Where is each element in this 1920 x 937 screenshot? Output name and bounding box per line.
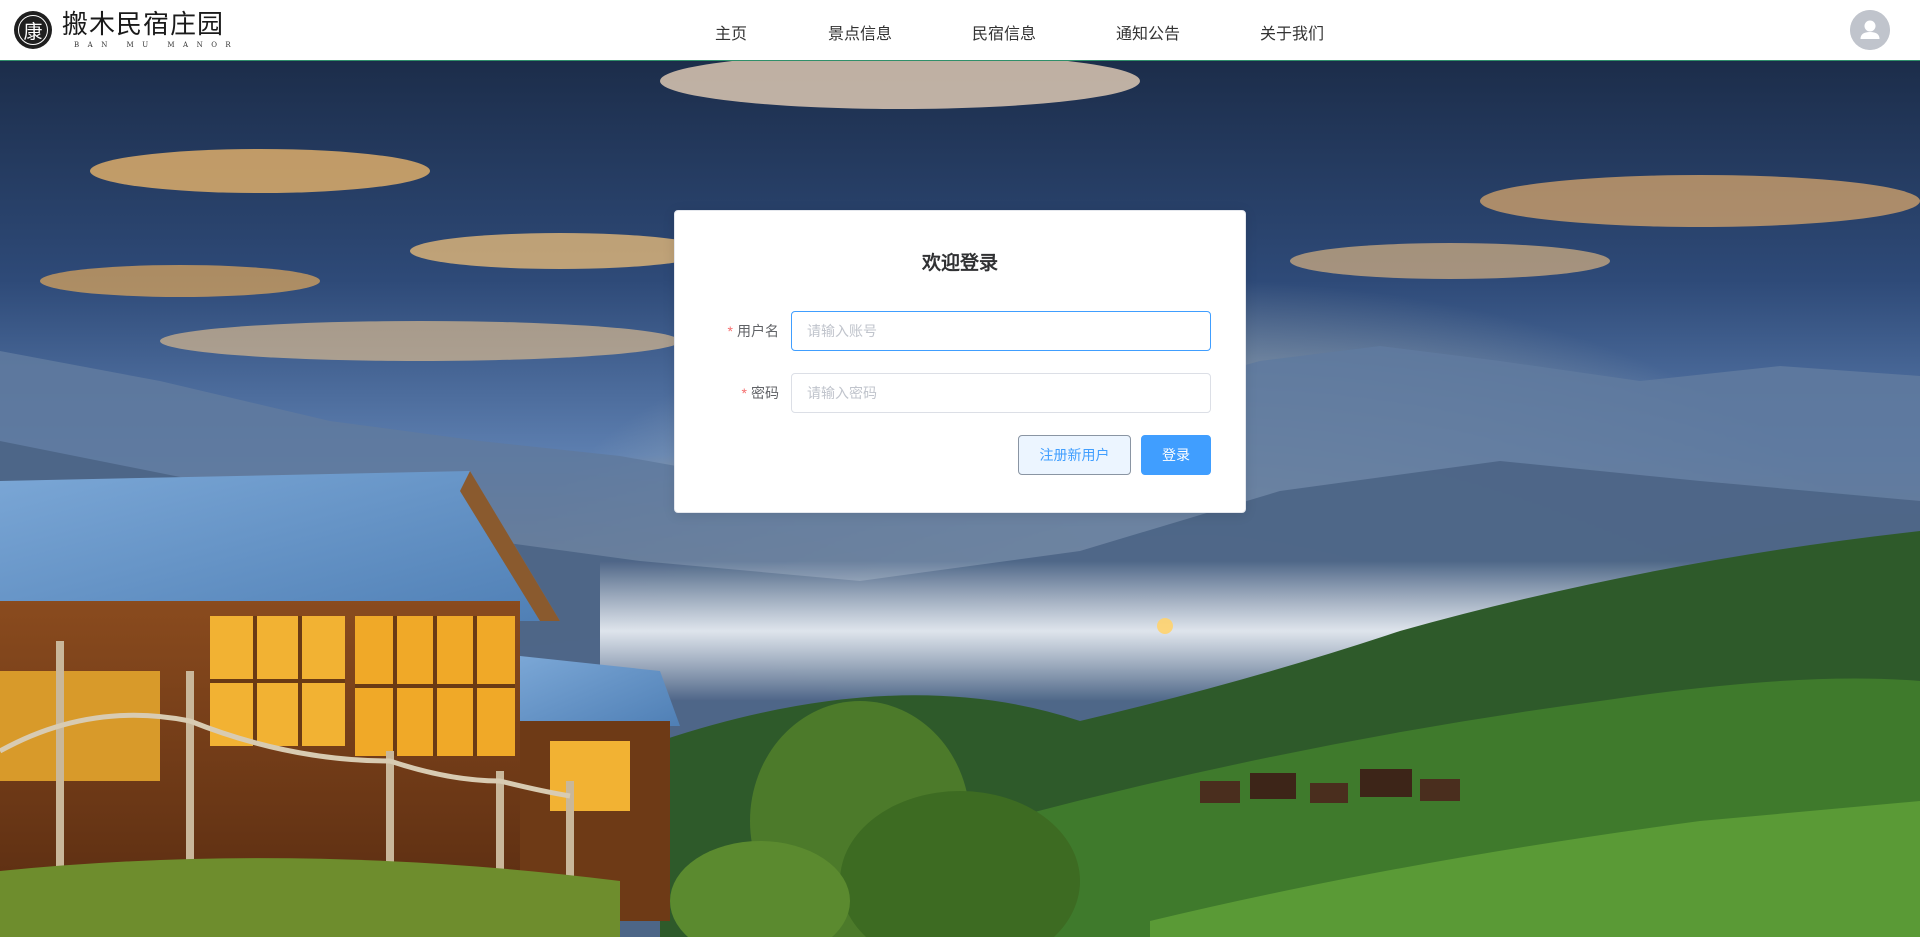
nav-item-about[interactable]: 关于我们 <box>1260 20 1324 44</box>
username-label-text: 用户名 <box>737 323 779 339</box>
password-row: * 密码 <box>675 373 1245 413</box>
required-mark: * <box>741 385 747 401</box>
login-button[interactable]: 登录 <box>1141 435 1211 475</box>
username-row: * 用户名 <box>675 311 1245 351</box>
login-card: 欢迎登录 *用户名 *密码 注册新用户 登录 <box>674 210 1246 513</box>
nav-item-attractions[interactable]: 景点信息 <box>828 20 892 44</box>
logo-name: 搬木民宿庄园 <box>62 10 225 40</box>
user-avatar-icon[interactable] <box>1850 10 1890 50</box>
password-label-text: 密码 <box>751 385 779 401</box>
nav-item-home[interactable]: 主页 <box>715 20 747 44</box>
main-nav: 主页 景点信息 民宿信息 通知公告 关于我们 <box>0 0 1920 61</box>
logo-emblem-glyph: 康 <box>23 20 43 43</box>
nav-item-homestays[interactable]: 民宿信息 <box>972 20 1036 44</box>
username-label: * 用户名 <box>728 311 779 351</box>
top-header: 康 搬木民宿庄园 BAN MU MANOR 主页 景点信息 民宿信息 通知公告 … <box>0 0 1920 61</box>
password-input[interactable] <box>791 373 1211 413</box>
required-mark: * <box>727 323 733 339</box>
site-logo[interactable]: 康 搬木民宿庄园 BAN MU MANOR <box>14 9 239 51</box>
logo-subtitle: BAN MU MANOR <box>74 41 240 49</box>
logo-text: 搬木民宿庄园 BAN MU MANOR <box>62 11 239 49</box>
username-input[interactable] <box>791 311 1211 351</box>
login-title: 欢迎登录 <box>921 253 998 274</box>
nav-item-notices[interactable]: 通知公告 <box>1116 20 1180 44</box>
password-label: * 密码 <box>742 373 779 413</box>
user-silhouette-icon <box>1850 10 1890 50</box>
register-button[interactable]: 注册新用户 <box>1018 435 1131 475</box>
logo-emblem-icon: 康 <box>14 11 52 49</box>
